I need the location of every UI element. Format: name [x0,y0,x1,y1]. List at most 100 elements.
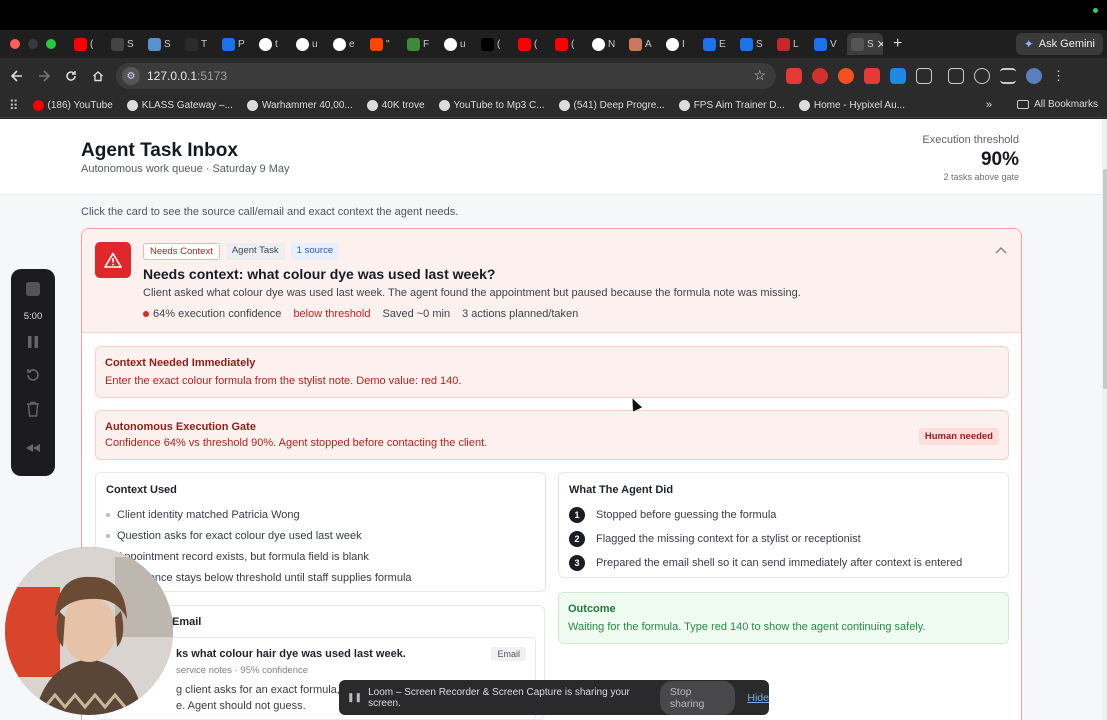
home-button[interactable] [85,63,111,89]
task-title: Needs context: what colour dye was used … [143,266,496,282]
context-item-text: Client identity matched Patricia Wong [117,508,300,521]
bookmark-item[interactable]: Home - Hypixel Au... [798,100,905,111]
media-controls-icon[interactable] [1000,68,1016,84]
tab-8[interactable]: " [366,33,403,55]
section-help-text: Click the card to see the source call/em… [81,206,459,218]
minimize-window-button[interactable] [28,39,38,49]
bookmark-item[interactable]: FPS Aim Trainer D... [678,100,785,111]
gate-title: Autonomous Execution Gate [105,421,256,433]
all-bookmarks-button[interactable]: All Bookmarks [1017,99,1098,110]
agent-actions-box: What The Agent Did 1 Stopped before guess… [558,472,1009,578]
tab-16[interactable]: I [662,33,699,55]
forward-button[interactable] [31,63,57,89]
context-needed-title: Context Needed Immediately [105,357,256,369]
ext-adblock-icon[interactable] [812,68,828,84]
hide-share-bar-button[interactable]: Hide [747,692,769,704]
tab-label: " [386,38,390,50]
reload-button[interactable] [58,63,84,89]
ext-gear-icon[interactable] [890,68,906,84]
threshold-value: 90% [980,149,1019,170]
tab-active[interactable]: S ✕ [847,33,883,55]
back-button[interactable] [4,63,30,89]
bookmark-item[interactable]: 40K trove [366,100,425,111]
tab-6[interactable]: u [292,33,329,55]
tab-9[interactable]: F [403,33,440,55]
tab-1[interactable]: S [107,33,144,55]
new-tab-button[interactable]: + [893,35,909,53]
tab-3[interactable]: T [181,33,218,55]
bookmark-item[interactable]: (186) YouTube [32,100,113,111]
p-icon [222,37,235,51]
ext-plus-icon[interactable] [838,68,854,84]
ask-gemini-label: Ask Gemini [1038,38,1095,50]
page-scrollbar[interactable] [1102,119,1107,720]
collapse-chevron-up-icon[interactable] [995,243,1007,257]
apps-grid-icon[interactable]: ⠿ [9,98,19,114]
sync-icon[interactable] [974,68,990,84]
loom-stop-button[interactable] [11,282,55,296]
time-saved-text: Saved ~0 min [382,308,451,320]
confidence-text: 64% execution confidence [153,308,282,320]
tab-search-icon[interactable] [948,68,964,84]
tab-list: (S S T Pt u e " Fu (((N A I E S L V [70,33,847,55]
bookmark-item[interactable]: YouTube to Mp3 C... [438,100,545,111]
maximize-window-button[interactable] [46,39,56,49]
browser-toolbar: ⚙ 127.0.0.1:5173 ☆ ⋮ [0,58,1107,94]
step-number: 3 [569,555,585,571]
loom-collapse-button[interactable] [11,443,55,453]
scrollbar-thumb[interactable] [1103,169,1107,389]
list-item: 2 Flagged the missing context for a styli… [569,527,962,551]
tab-19[interactable]: L [773,33,810,55]
page-title: Agent Task Inbox [81,140,238,161]
tab-11[interactable]: ( [477,33,514,55]
bookmark-item[interactable]: (541) Deep Progre... [558,100,665,111]
close-window-button[interactable] [10,39,20,49]
tab-4[interactable]: P [218,33,255,55]
outcome-box: Outcome Waiting for the formula. Type re… [558,592,1009,644]
stop-sharing-button[interactable]: Stop sharing [659,680,736,715]
back-arrow-icon [11,70,22,82]
ext-video-icon[interactable] [786,68,802,84]
window-controls [10,39,56,49]
tab-17[interactable]: E [699,33,736,55]
ext-red-icon[interactable] [864,68,880,84]
tab-5[interactable]: t [255,33,292,55]
close-tab-icon[interactable]: ✕ [877,38,883,51]
more-bookmarks-icon[interactable]: » [986,99,992,111]
tab-15[interactable]: A [625,33,662,55]
address-bar[interactable]: ⚙ 127.0.0.1:5173 ☆ [116,63,776,89]
pause-icon: ❚❚ [347,692,363,702]
ask-gemini-button[interactable]: ✦ Ask Gemini [1015,33,1103,55]
bookmark-item[interactable]: Warhammer 40,00... [246,100,353,111]
tab-13[interactable]: ( [551,33,588,55]
bookmarks-bar: ⠿ (186) YouTube KLASS Gateway –... Warhamm… [0,94,1107,118]
webcam-bubble[interactable] [5,547,173,715]
tab-0[interactable]: ( [70,33,107,55]
context-needed-box: Context Needed Immediately Enter the exa… [95,346,1009,398]
tab-7[interactable]: e [329,33,366,55]
loom-pause-button[interactable] [11,335,55,349]
more-menu-icon[interactable]: ⋮ [1052,68,1065,84]
extensions-puzzle-icon[interactable] [916,68,932,84]
tab-2[interactable]: S [144,33,181,55]
step-text: Flagged the missing context for a stylis… [596,533,861,545]
tab-14[interactable]: N [588,33,625,55]
bookmark-star-icon[interactable]: ☆ [753,67,766,84]
loom-delete-button[interactable] [11,401,55,417]
loom-timer-text: 5:00 [23,311,43,322]
loom-restart-button[interactable] [11,367,55,383]
x-icon [481,37,494,51]
task-card-header[interactable]: Needs Context Agent Task 1 source Needs … [82,229,1021,333]
site-info-icon[interactable]: ⚙ [122,67,140,85]
tab-18[interactable]: S [736,33,773,55]
context-item-text: Confidence stays below threshold until s… [117,571,412,584]
bookmark-item[interactable]: KLASS Gateway –... [126,100,233,111]
image-icon [148,37,161,51]
avatar[interactable] [1026,68,1042,84]
status-dot-icon [143,311,149,317]
webcam-person-image [5,547,173,715]
tab-12[interactable]: ( [514,33,551,55]
tab-10[interactable]: u [440,33,477,55]
tab-20[interactable]: V [810,33,847,55]
bookmark-favicon-icon [32,100,44,111]
